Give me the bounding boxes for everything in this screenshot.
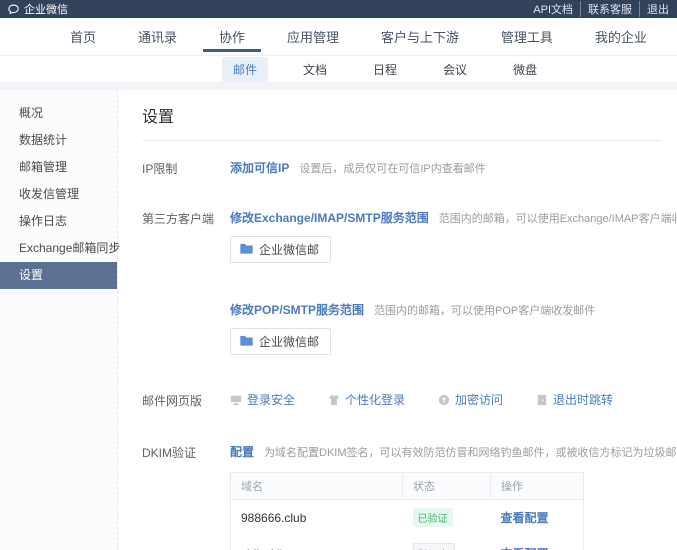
topbar-links: API文档 联系客服 退出 [526, 1, 669, 17]
ip-restriction-label: IP限制 [142, 159, 230, 177]
table-row: 988666.club 已验证 查看配置 [231, 500, 584, 536]
shirt-icon [328, 394, 340, 406]
exchange-scope-desc: 范围内的邮箱，可以使用Exchange/IMAP客户端收发邮件 [439, 210, 677, 226]
section-webmail: 邮件网页版 登录安全 个性化登录 [142, 391, 661, 409]
domain-column-header: 域名 [231, 473, 403, 500]
dkim-configure-link[interactable]: 配置 [230, 443, 254, 460]
nav-tab-contacts[interactable]: 通讯录 [138, 18, 177, 55]
page-title: 设置 [142, 103, 661, 127]
mail-settings-sidebar: 概况 数据统计 邮箱管理 收发信管理 操作日志 Exchange邮箱同步 设置 [0, 90, 118, 550]
subtab-docs[interactable]: 文档 [292, 57, 338, 82]
contact-support-link[interactable]: 联系客服 [580, 1, 639, 17]
sidebar-item-send-receive[interactable]: 收发信管理 [0, 181, 117, 208]
sidebar-item-operation-log[interactable]: 操作日志 [0, 208, 117, 235]
dkim-domain-table: 域名 状态 操作 988666.club 已验证 查看配置 sjdhgfdk.c… [230, 472, 584, 550]
status-column-header: 状态 [403, 473, 491, 500]
action-column-header: 操作 [491, 473, 584, 500]
exchange-scope-block: 修改Exchange/IMAP/SMTP服务范围 范围内的邮箱，可以使用Exch… [230, 209, 661, 263]
folder-icon [240, 243, 253, 257]
nav-tab-apps[interactable]: 应用管理 [287, 18, 339, 55]
exchange-scope-tag[interactable]: 企业微信邮 [230, 236, 331, 263]
monitor-icon [230, 394, 242, 406]
topbar: 企业微信 API文档 联系客服 退出 [0, 0, 677, 18]
status-badge: 验证中 [413, 543, 455, 550]
folder-icon [240, 335, 253, 349]
modify-pop-scope-link[interactable]: 修改POP/SMTP服务范围 [230, 301, 364, 318]
subtab-meeting[interactable]: 会议 [432, 57, 478, 82]
login-security-label: 登录安全 [247, 391, 295, 408]
nav-tab-admin-tools[interactable]: 管理工具 [501, 18, 553, 55]
pop-scope-tag[interactable]: 企业微信邮 [230, 328, 331, 355]
custom-login-label: 个性化登录 [345, 391, 405, 408]
add-trusted-ip-link[interactable]: 添加可信IP [230, 159, 289, 176]
section-third-party-client: 第三方客户端 修改Exchange/IMAP/SMTP服务范围 范围内的邮箱，可… [142, 209, 661, 355]
collab-subtabs: 邮件 文档 日程 会议 微盘 [0, 56, 677, 82]
dkim-desc: 为域名配置DKIM签名，可以有效防范仿冒和网络钓鱼邮件，或被收信方标记为垃圾邮件 [264, 444, 677, 460]
sidebar-item-settings[interactable]: 设置 [0, 262, 117, 289]
chat-bubble-icon [7, 3, 20, 16]
view-config-link[interactable]: 查看配置 [501, 511, 549, 525]
nav-tab-my-company[interactable]: 我的企业 [595, 18, 647, 55]
login-security-link[interactable]: 登录安全 [230, 391, 295, 408]
modify-exchange-scope-link[interactable]: 修改Exchange/IMAP/SMTP服务范围 [230, 209, 429, 226]
section-ip-restriction: IP限制 添加可信IP 设置后，成员仅可在可信IP内查看邮件 [142, 159, 661, 177]
subtab-calendar[interactable]: 日程 [362, 57, 408, 82]
wecom-logo: 企业微信 [7, 1, 68, 17]
content-area: 概况 数据统计 邮箱管理 收发信管理 操作日志 Exchange邮箱同步 设置 … [0, 90, 677, 550]
nav-tab-home[interactable]: 首页 [70, 18, 96, 55]
nav-tab-collaboration[interactable]: 协作 [219, 18, 245, 55]
logout-redirect-link[interactable]: 退出时跳转 [536, 391, 613, 408]
domain-cell: sjdhgfdk.com [231, 535, 403, 550]
third-party-label: 第三方客户端 [142, 209, 230, 227]
sidebar-item-overview[interactable]: 概况 [0, 100, 117, 127]
encrypted-access-link[interactable]: 加密访问 [438, 391, 503, 408]
main-nav: 首页 通讯录 协作 应用管理 客户与上下游 管理工具 我的企业 [0, 18, 677, 56]
api-docs-link[interactable]: API文档 [526, 1, 580, 17]
exchange-tag-label: 企业微信邮 [259, 241, 319, 258]
lock-icon [438, 394, 450, 406]
status-badge: 已验证 [413, 508, 453, 527]
encrypted-access-label: 加密访问 [455, 391, 503, 408]
table-header-row: 域名 状态 操作 [231, 473, 584, 500]
pop-tag-label: 企业微信邮 [259, 333, 319, 350]
custom-login-link[interactable]: 个性化登录 [328, 391, 405, 408]
exit-icon [536, 394, 548, 406]
logout-link[interactable]: 退出 [639, 1, 669, 17]
subtab-mail[interactable]: 邮件 [222, 57, 268, 82]
domain-cell: 988666.club [231, 500, 403, 536]
section-dkim: DKIM验证 配置 为域名配置DKIM签名，可以有效防范仿冒和网络钓鱼邮件，或被… [142, 443, 661, 550]
pop-scope-desc: 范围内的邮箱，可以使用POP客户端收发邮件 [374, 302, 595, 318]
table-row: sjdhgfdk.com 验证中 查看配置 [231, 535, 584, 550]
brand-name: 企业微信 [24, 1, 68, 17]
nav-tab-customers[interactable]: 客户与上下游 [381, 18, 459, 55]
logout-redirect-label: 退出时跳转 [553, 391, 613, 408]
title-divider [142, 140, 661, 141]
pop-scope-block: 修改POP/SMTP服务范围 范围内的邮箱，可以使用POP客户端收发邮件 企业微… [230, 301, 661, 355]
sidebar-item-mailbox-management[interactable]: 邮箱管理 [0, 154, 117, 181]
ip-restriction-desc: 设置后，成员仅可在可信IP内查看邮件 [299, 160, 485, 176]
sidebar-item-exchange-sync[interactable]: Exchange邮箱同步 [0, 235, 117, 262]
dkim-label: DKIM验证 [142, 443, 230, 461]
sidebar-item-statistics[interactable]: 数据统计 [0, 127, 117, 154]
settings-panel: 设置 IP限制 添加可信IP 设置后，成员仅可在可信IP内查看邮件 第三方客户端… [118, 90, 677, 550]
webmail-label: 邮件网页版 [142, 391, 230, 409]
subtab-drive[interactable]: 微盘 [502, 57, 548, 82]
